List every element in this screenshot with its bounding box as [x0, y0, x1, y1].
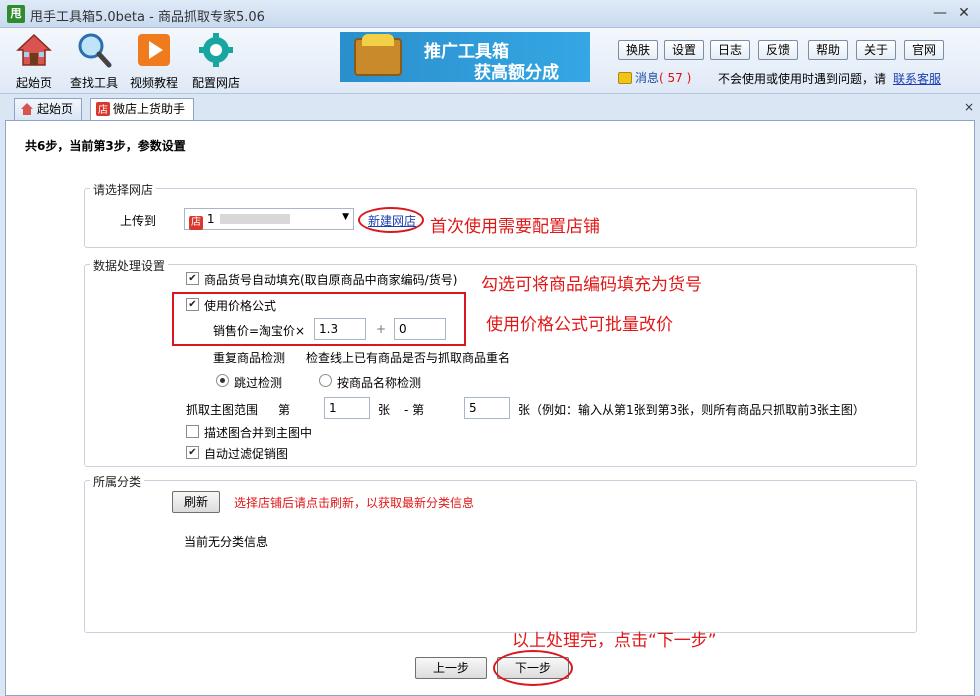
auto-fill-checkbox[interactable]: ✔	[186, 272, 199, 285]
skin-button[interactable]: 换肤	[618, 40, 658, 60]
help-text: 不会使用或使用时遇到问题，请	[718, 72, 887, 86]
prev-step-button[interactable]: 上一步	[415, 657, 487, 679]
messages-link[interactable]: 消息( 57 )	[618, 69, 691, 86]
messages-count: ( 57 )	[659, 71, 692, 85]
tool-label: 视频教程	[129, 76, 178, 90]
price-multiplier-input[interactable]: 1.3	[314, 318, 366, 340]
upload-to-label: 上传到	[120, 214, 157, 228]
range-suffix: 张（例如：输入从第1张到第3张，则所有商品只抓取前3张主图）	[518, 403, 865, 417]
range-to-prefix: - 第	[404, 403, 425, 417]
plus-sign: +	[376, 322, 387, 336]
message-icon	[618, 72, 632, 84]
range-from-input[interactable]: 1	[324, 397, 370, 419]
range-to-input[interactable]: 5	[464, 397, 510, 419]
messages-label: 消息	[635, 71, 660, 85]
annotation-next: 以上处理完，点击“下一步”	[512, 631, 717, 651]
annotation-price: 使用价格公式可批量改价	[486, 315, 673, 335]
next-step-highlight-circle	[493, 650, 573, 686]
tab-label: 起始页	[37, 102, 74, 116]
chevron-down-icon: ▼	[342, 212, 349, 222]
range-label: 抓取主图范围	[186, 403, 259, 417]
dup-check-desc: 检查线上已有商品是否与抓取商品重名	[306, 351, 511, 365]
skip-check-radio[interactable]	[216, 374, 229, 387]
tool-label: 配置网店	[191, 76, 240, 90]
contact-support-link[interactable]: 联系客服	[893, 70, 941, 87]
auto-filter-checkbox[interactable]: ✔	[186, 446, 199, 459]
step-title: 共6步，当前第3步，参数设置	[25, 139, 186, 153]
banner-line2: 获高额分成	[474, 63, 559, 83]
log-button[interactable]: 日志	[710, 40, 750, 60]
shop-icon: 店	[96, 102, 110, 116]
official-site-button[interactable]: 官网	[904, 40, 944, 60]
title-bar: 甩 甩手工具箱5.0beta - 商品抓取专家5.06 — ✕	[0, 0, 980, 28]
auto-filter-label: 自动过滤促销图	[204, 447, 289, 461]
store-name-redacted	[220, 214, 291, 224]
close-window-button[interactable]: ✕	[954, 4, 974, 22]
toolbar: 起始页 查找工具 视频教程 配置网店 推广工具箱 获高额分成 换肤 设置 日志 …	[0, 28, 980, 94]
tab-bar: 起始页 店 微店上货助手	[0, 94, 980, 121]
new-store-link[interactable]: 新建网店	[368, 212, 416, 229]
annotation-store: 首次使用需要配置店铺	[430, 217, 600, 237]
range-from-prefix: 第	[278, 403, 291, 417]
auto-fill-label: 商品货号自动填充(取自原商品中商家编码/货号)	[204, 273, 458, 287]
store-select-value: 1	[206, 212, 215, 226]
tool-find-tools[interactable]: 查找工具	[62, 32, 126, 92]
minimize-button[interactable]: —	[930, 4, 950, 22]
tool-start-page[interactable]: 起始页	[2, 32, 66, 92]
merge-desc-label: 描述图合并到主图中	[204, 426, 313, 440]
promo-banner[interactable]: 推广工具箱 获高额分成	[340, 32, 590, 83]
home-icon	[21, 103, 33, 115]
tool-config-store[interactable]: 配置网店	[184, 32, 248, 92]
about-button[interactable]: 关于	[856, 40, 896, 60]
price-formula-text: 销售价=淘宝价×	[213, 324, 306, 338]
no-category-text: 当前无分类信息	[184, 535, 269, 549]
tab-label: 微店上货助手	[113, 102, 186, 116]
treasure-chest-icon	[354, 34, 402, 76]
price-formula-checkbox[interactable]: ✔	[186, 298, 199, 311]
name-check-radio[interactable]	[319, 374, 332, 387]
category-group-label: 所属分类	[90, 473, 145, 490]
window-title: 甩手工具箱5.0beta - 商品抓取专家5.06	[30, 10, 265, 25]
name-check-label: 按商品名称检测	[337, 376, 422, 390]
svg-text:店: 店	[98, 103, 108, 116]
refresh-button[interactable]: 刷新	[172, 491, 220, 513]
help-button[interactable]: 帮助	[808, 40, 848, 60]
home-icon	[16, 33, 52, 66]
store-select[interactable]: 店 1 ▼	[184, 208, 354, 230]
tab-weidian-helper[interactable]: 店 微店上货助手	[90, 98, 195, 121]
magnifier-icon	[78, 33, 112, 68]
app-logo-icon: 甩	[7, 5, 25, 23]
close-tab-button[interactable]: ×	[964, 100, 974, 114]
feedback-button[interactable]: 反馈	[758, 40, 798, 60]
data-processing-group-label: 数据处理设置	[90, 257, 169, 274]
annotation-auto-fill: 勾选可将商品编码填充为货号	[481, 275, 702, 295]
tab-start-page[interactable]: 起始页	[14, 98, 83, 120]
shop-icon: 店	[189, 216, 203, 230]
range-mid: 张	[378, 403, 391, 417]
skip-check-label: 跳过检测	[234, 376, 283, 390]
merge-desc-checkbox[interactable]	[186, 425, 199, 438]
tool-label: 查找工具	[69, 76, 118, 90]
store-group-label: 请选择网店	[90, 181, 157, 198]
price-formula-label: 使用价格公式	[204, 299, 277, 313]
tool-video-tutorial[interactable]: 视频教程	[122, 32, 186, 92]
gear-icon	[199, 33, 233, 67]
dup-check-label: 重复商品检测	[213, 351, 286, 365]
refresh-tip: 选择店铺后请点击刷新，以获取最新分类信息	[234, 496, 475, 510]
tool-label: 起始页	[15, 76, 52, 90]
play-icon	[138, 34, 170, 66]
settings-button[interactable]: 设置	[664, 40, 704, 60]
price-addend-input[interactable]: 0	[394, 318, 446, 340]
